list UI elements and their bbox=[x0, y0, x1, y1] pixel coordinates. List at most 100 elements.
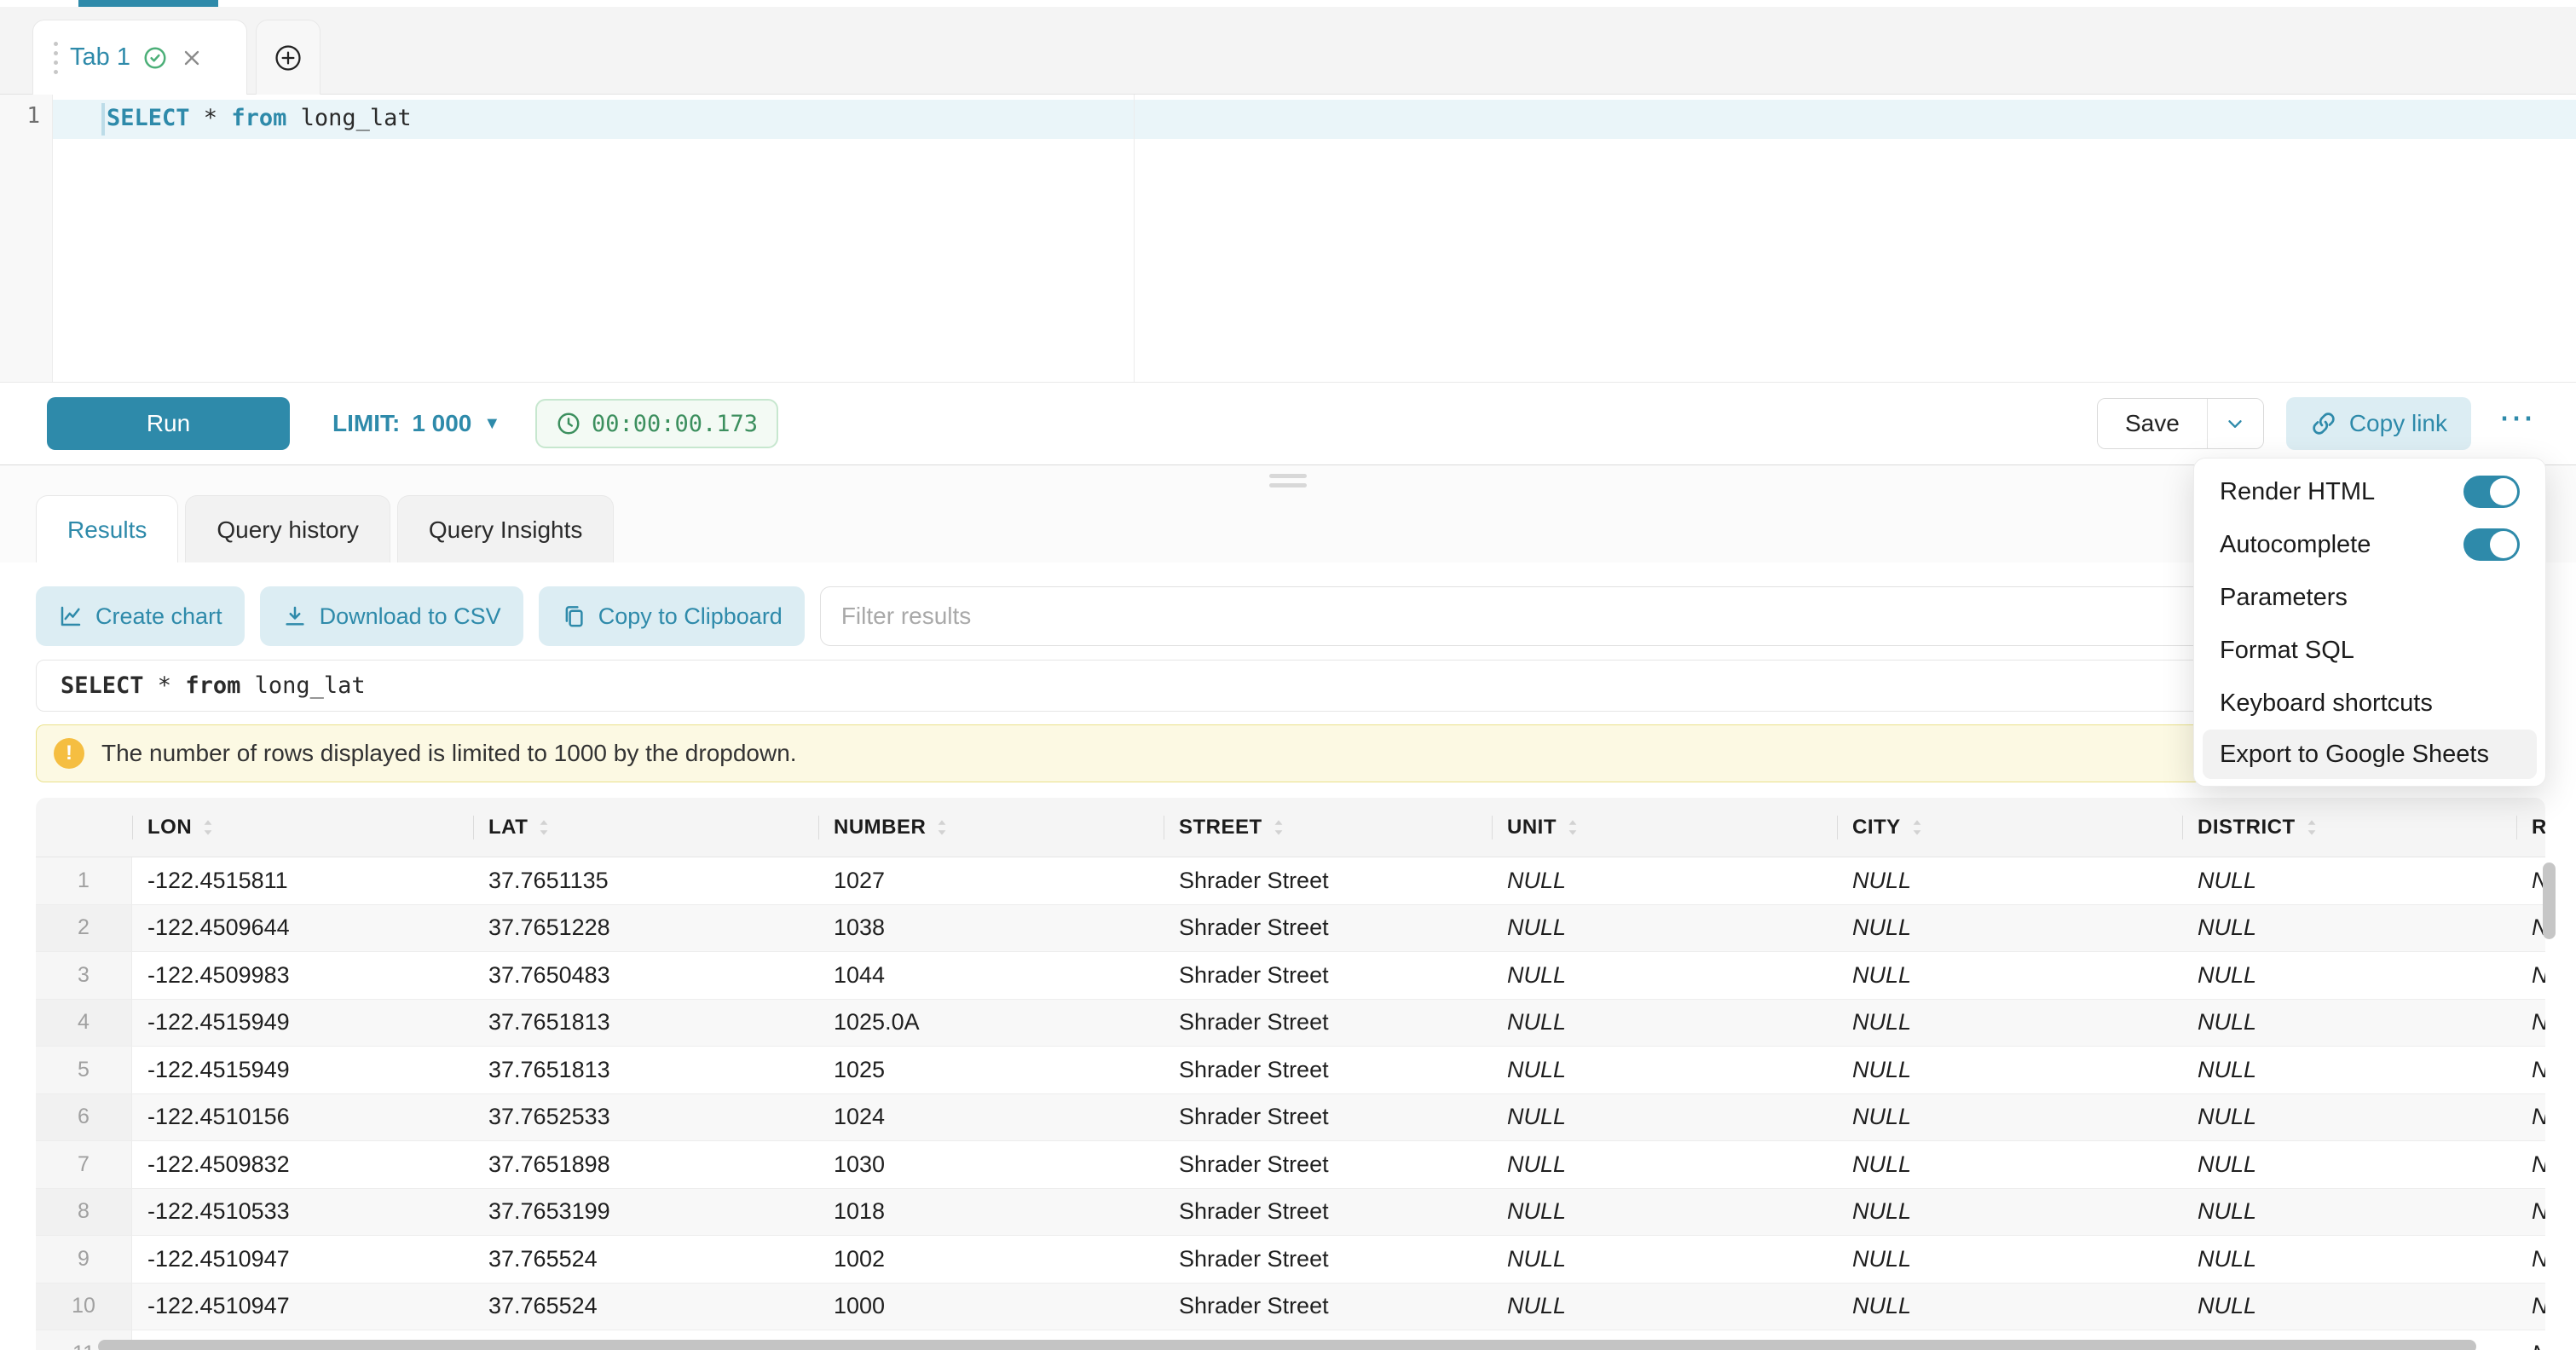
menu-item-keyboard-shortcuts[interactable]: Keyboard shortcuts bbox=[2194, 677, 2545, 730]
new-tab-button[interactable] bbox=[256, 20, 321, 95]
cell-street[interactable]: Shrader Street bbox=[1164, 952, 1492, 999]
cell-street[interactable]: Shrader Street bbox=[1164, 1236, 1492, 1283]
table-row[interactable]: 3 -122.4509983 37.7650483 1044 Shrader S… bbox=[36, 952, 2545, 1000]
cell-street[interactable]: Shrader Street bbox=[1164, 1000, 1492, 1047]
autocomplete-toggle[interactable] bbox=[2463, 528, 2520, 561]
cell-region[interactable]: NULL bbox=[2516, 1284, 2545, 1330]
table-row[interactable]: 8 -122.4510533 37.7653199 1018 Shrader S… bbox=[36, 1189, 2545, 1237]
cell-unit[interactable]: NULL bbox=[1492, 1047, 1837, 1093]
cell-lat[interactable]: 37.765524 bbox=[473, 1284, 818, 1330]
cell-city[interactable]: NULL bbox=[1837, 1047, 2182, 1093]
sort-arrows-icon[interactable] bbox=[538, 818, 550, 837]
cell-number[interactable]: 1025.0A bbox=[818, 1000, 1164, 1047]
cell-number[interactable]: 1000 bbox=[818, 1284, 1164, 1330]
sort-arrows-icon[interactable] bbox=[1273, 818, 1285, 837]
menu-item-autocomplete[interactable]: Autocomplete bbox=[2194, 518, 2545, 571]
create-chart-button[interactable]: Create chart bbox=[36, 586, 245, 646]
save-menu-button[interactable] bbox=[2207, 399, 2263, 448]
vertical-scrollbar[interactable] bbox=[2543, 862, 2556, 939]
table-row[interactable]: 1 -122.4515811 37.7651135 1027 Shrader S… bbox=[36, 857, 2545, 905]
cell-street[interactable]: Shrader Street bbox=[1164, 1094, 1492, 1141]
cell-city[interactable]: NULL bbox=[1837, 952, 2182, 999]
cell-unit[interactable]: NULL bbox=[1492, 1236, 1837, 1283]
tab-results[interactable]: Results bbox=[36, 495, 178, 563]
menu-item-render-html[interactable]: Render HTML bbox=[2194, 465, 2545, 518]
cell-lon[interactable]: -122.4509983 bbox=[132, 952, 473, 999]
cell-number[interactable]: 1025 bbox=[818, 1047, 1164, 1093]
tab-query-history[interactable]: Query history bbox=[185, 495, 390, 563]
column-header[interactable]: CITY bbox=[1837, 798, 2182, 857]
cell-city[interactable]: NULL bbox=[1837, 1236, 2182, 1283]
cell-lon[interactable]: -122.4515949 bbox=[132, 1000, 473, 1047]
editor-tab-1[interactable]: Tab 1 bbox=[32, 20, 247, 95]
cell-unit[interactable]: NULL bbox=[1492, 952, 1837, 999]
cell-district[interactable]: NULL bbox=[2182, 1141, 2516, 1188]
cell-district[interactable]: NULL bbox=[2182, 1284, 2516, 1330]
cell-lon[interactable]: -122.4510533 bbox=[132, 1189, 473, 1236]
pane-resize-handle[interactable] bbox=[1269, 474, 1307, 493]
render-html-toggle[interactable] bbox=[2463, 476, 2520, 508]
cell-number[interactable]: 1027 bbox=[818, 857, 1164, 904]
cell-city[interactable]: NULL bbox=[1837, 1141, 2182, 1188]
cell-unit[interactable]: NULL bbox=[1492, 1094, 1837, 1141]
cell-number[interactable]: 1044 bbox=[818, 952, 1164, 999]
cell-lat[interactable]: 37.7652533 bbox=[473, 1094, 818, 1141]
cell-region[interactable]: NULL bbox=[2516, 952, 2545, 999]
cell-city[interactable]: NULL bbox=[1837, 1189, 2182, 1236]
cell-district[interactable]: NULL bbox=[2182, 905, 2516, 952]
cell-lon[interactable]: -122.4515811 bbox=[132, 857, 473, 904]
cell-district[interactable]: NULL bbox=[2182, 1094, 2516, 1141]
cell-lon[interactable]: -122.4515949 bbox=[132, 1047, 473, 1093]
cell-unit[interactable]: NULL bbox=[1492, 1000, 1837, 1047]
column-header[interactable]: UNIT bbox=[1492, 798, 1837, 857]
horizontal-scrollbar[interactable] bbox=[98, 1340, 2476, 1350]
column-header[interactable]: LON bbox=[132, 798, 473, 857]
column-header[interactable]: DISTRICT bbox=[2182, 798, 2516, 857]
cell-lon[interactable]: -122.4510947 bbox=[132, 1236, 473, 1283]
cell-unit[interactable]: NULL bbox=[1492, 1141, 1837, 1188]
close-icon[interactable] bbox=[180, 46, 204, 70]
sort-arrows-icon[interactable] bbox=[936, 818, 948, 837]
cell-region[interactable]: NULL bbox=[2516, 857, 2545, 904]
cell-unit[interactable]: NULL bbox=[1492, 905, 1837, 952]
cell-district[interactable]: NULL bbox=[2182, 857, 2516, 904]
table-row[interactable]: 2 -122.4509644 37.7651228 1038 Shrader S… bbox=[36, 905, 2545, 953]
cell-lon[interactable]: -122.4510156 bbox=[132, 1094, 473, 1141]
sort-arrows-icon[interactable] bbox=[202, 818, 214, 837]
table-row[interactable]: 7 -122.4509832 37.7651898 1030 Shrader S… bbox=[36, 1141, 2545, 1189]
cell-district[interactable]: NULL bbox=[2182, 1000, 2516, 1047]
tab-query-insights[interactable]: Query Insights bbox=[397, 495, 615, 563]
cell-region[interactable]: NULL bbox=[2516, 1330, 2545, 1350]
cell-lat[interactable]: 37.7651135 bbox=[473, 857, 818, 904]
menu-item-parameters[interactable]: Parameters bbox=[2194, 571, 2545, 624]
cell-lon[interactable]: -122.4509832 bbox=[132, 1141, 473, 1188]
menu-item-format-sql[interactable]: Format SQL bbox=[2194, 624, 2545, 677]
cell-street[interactable]: Shrader Street bbox=[1164, 1284, 1492, 1330]
column-header[interactable] bbox=[36, 798, 132, 857]
cell-region[interactable]: NULL bbox=[2516, 1094, 2545, 1141]
more-options-button[interactable]: ⋯ bbox=[2493, 409, 2542, 438]
cell-lat[interactable]: 37.7653199 bbox=[473, 1189, 818, 1236]
cell-region[interactable]: NULL bbox=[2516, 1236, 2545, 1283]
save-button[interactable]: Save bbox=[2098, 399, 2207, 448]
cell-district[interactable]: NULL bbox=[2182, 952, 2516, 999]
column-header[interactable]: LAT bbox=[473, 798, 818, 857]
cell-unit[interactable]: NULL bbox=[1492, 1189, 1837, 1236]
column-header[interactable]: NUMBER bbox=[818, 798, 1164, 857]
menu-item-export-google-sheets[interactable]: Export to Google Sheets bbox=[2203, 730, 2537, 779]
cell-district[interactable]: NULL bbox=[2182, 1236, 2516, 1283]
copy-to-clipboard-button[interactable]: Copy to Clipboard bbox=[539, 586, 805, 646]
cell-lat[interactable]: 37.7650483 bbox=[473, 952, 818, 999]
table-row[interactable]: 10 -122.4510947 37.765524 1000 Shrader S… bbox=[36, 1284, 2545, 1331]
limit-dropdown[interactable]: LIMIT: 1 000 ▼ bbox=[332, 410, 500, 437]
cell-lon[interactable]: -122.4509644 bbox=[132, 905, 473, 952]
copy-link-button[interactable]: Copy link bbox=[2286, 397, 2471, 450]
cell-city[interactable]: NULL bbox=[1837, 857, 2182, 904]
cell-region[interactable]: NULL bbox=[2516, 1189, 2545, 1236]
cell-city[interactable]: NULL bbox=[1837, 1094, 2182, 1141]
sort-arrows-icon[interactable] bbox=[1911, 818, 1923, 837]
cell-district[interactable]: NULL bbox=[2182, 1047, 2516, 1093]
cell-district[interactable]: NULL bbox=[2182, 1189, 2516, 1236]
cell-lat[interactable]: 37.7651813 bbox=[473, 1047, 818, 1093]
cell-street[interactable]: Shrader Street bbox=[1164, 905, 1492, 952]
